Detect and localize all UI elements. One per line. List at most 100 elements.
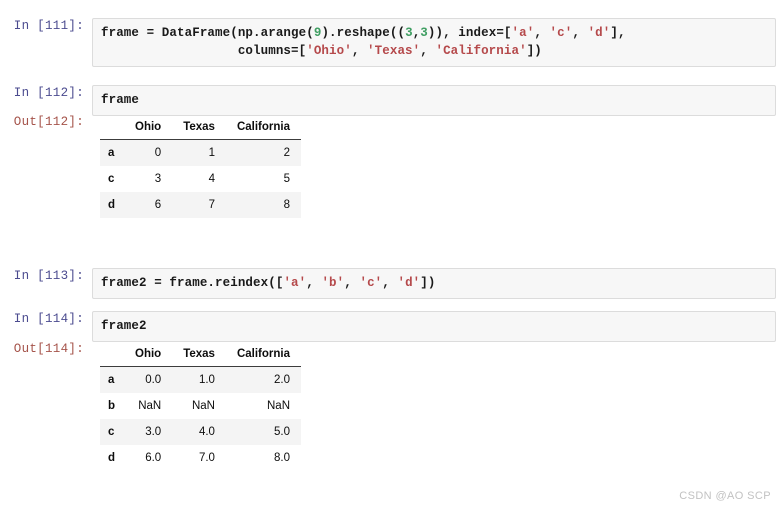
code-input-in-113[interactable]: frame2 = frame.reindex(['a', 'b', 'c', '… xyxy=(92,268,776,299)
code-token-str: 'Texas' xyxy=(367,44,421,58)
code-token-str: 'c' xyxy=(549,26,573,40)
table-cell: 8.0 xyxy=(274,452,291,464)
output-cell-out-114: Out[114]: Ohio Texas California a 0.0 1.0 2.0 b… xyxy=(6,341,776,471)
code-input-in-114[interactable]: frame2 xyxy=(92,311,776,342)
table-cell: NaN xyxy=(191,400,215,412)
code-token-plain: frame xyxy=(101,93,140,107)
table-cell: 2 xyxy=(283,147,291,159)
code-token-plain: frame = DataFrame(np.arange( xyxy=(101,26,314,40)
code-token-str: 'd' xyxy=(397,276,421,290)
code-token-plain: ]) xyxy=(526,44,542,58)
table-cell: 8 xyxy=(283,199,291,211)
table-cell: 0.0 xyxy=(145,374,162,386)
table-cell: 5 xyxy=(283,173,291,185)
code-text-in-113: frame2 = frame.reindex(['a', 'b', 'c', '… xyxy=(101,274,767,292)
prompt-label-out-112: Out[112]: xyxy=(13,115,84,129)
table-column-header: Texas xyxy=(172,345,226,367)
code-token-str: 'California' xyxy=(435,44,527,58)
prompt-label-in-113: In [113]: xyxy=(13,269,84,283)
code-text-in-114: frame2 xyxy=(101,317,767,335)
table-header-row: Ohio Texas California xyxy=(100,118,302,140)
table-row: a 0.0 1.0 2.0 xyxy=(100,366,302,393)
output-area-out-114: Ohio Texas California a 0.0 1.0 2.0 b NaN NaN NaN c… xyxy=(92,341,776,471)
table-cell: 1 xyxy=(208,147,215,159)
code-token-num: 3 xyxy=(405,26,413,40)
code-cell-in-114[interactable]: In [114]: frame2 xyxy=(6,311,776,342)
table-column-header: Ohio xyxy=(124,345,173,367)
jupyter-notebook-body: In [111]: frame = DataFrame(np.arange(9)… xyxy=(0,0,781,509)
code-text-in-111: frame = DataFrame(np.arange(9).reshape((… xyxy=(101,24,767,60)
table-row-index: c xyxy=(108,173,115,185)
table-cell: 2.0 xyxy=(274,374,291,386)
table-header-row: Ohio Texas California xyxy=(100,345,302,367)
code-token-plain: , xyxy=(351,44,368,58)
table-cell: 3 xyxy=(154,173,162,185)
code-token-plain: frame2 = frame.reindex([ xyxy=(101,276,284,290)
code-token-str: 'd' xyxy=(587,26,611,40)
table-cell: 4 xyxy=(208,173,215,185)
table-cell: 6.0 xyxy=(145,452,162,464)
table-cell: 6 xyxy=(154,199,162,211)
table-row-index: d xyxy=(108,452,116,464)
prompt-label-in-111: In [111]: xyxy=(13,19,84,33)
table-row-index: d xyxy=(108,199,116,211)
table-cell: NaN xyxy=(267,400,291,412)
table-cell: 3.0 xyxy=(145,426,162,438)
dataframe-wrapper-112: Ohio Texas California a 0 1 2 c 3 4 5 d 6 7 8 xyxy=(92,114,776,218)
code-token-plain: ).reshape(( xyxy=(321,26,406,40)
code-token-plain: , xyxy=(344,276,360,290)
code-token-plain: , xyxy=(534,26,550,40)
table-row: d 6 7 8 xyxy=(100,192,302,218)
table-row-index: a xyxy=(108,374,115,386)
table-row: a 0 1 2 xyxy=(100,139,302,166)
code-token-str: 'a' xyxy=(283,276,307,290)
code-token-plain: , xyxy=(420,44,436,58)
code-input-in-111[interactable]: frame = DataFrame(np.arange(9).reshape((… xyxy=(92,18,776,67)
code-token-plain: , xyxy=(572,26,588,40)
table-cell: 5.0 xyxy=(274,426,291,438)
code-token-str: 'Ohio' xyxy=(306,44,352,58)
dataframe-table-114: Ohio Texas California a 0.0 1.0 2.0 b NaN NaN NaN c… xyxy=(100,345,302,471)
table-row-index: a xyxy=(108,147,115,159)
prompt-label-in-114: In [114]: xyxy=(13,312,84,326)
code-token-plain: columns=[ xyxy=(101,44,307,58)
table-corner-cell xyxy=(100,118,124,140)
table-row: c 3.0 4.0 5.0 xyxy=(100,419,302,445)
code-cell-in-111[interactable]: In [111]: frame = DataFrame(np.arange(9)… xyxy=(6,18,776,67)
code-text-in-112: frame xyxy=(101,91,767,109)
dataframe-table-112: Ohio Texas California a 0 1 2 c 3 4 5 d 6 7 8 xyxy=(100,118,302,218)
table-corner-cell xyxy=(100,345,124,367)
code-token-num: 3 xyxy=(420,26,428,40)
code-token-plain: , xyxy=(306,276,322,290)
table-row-index: b xyxy=(108,400,116,412)
table-column-header: California xyxy=(225,118,302,140)
table-row: b NaN NaN NaN xyxy=(100,393,302,419)
table-row: d 6.0 7.0 8.0 xyxy=(100,445,302,471)
table-cell: 0 xyxy=(154,147,162,159)
table-column-header: Ohio xyxy=(124,118,173,140)
code-token-str: 'b' xyxy=(321,276,345,290)
table-cell: 7.0 xyxy=(198,452,215,464)
code-token-str: 'c' xyxy=(359,276,383,290)
code-token-plain: ], xyxy=(610,26,626,40)
code-cell-in-113[interactable]: In [113]: frame2 = frame.reindex(['a', '… xyxy=(6,268,776,299)
code-token-plain: ]) xyxy=(420,276,436,290)
table-row: c 3 4 5 xyxy=(100,166,302,192)
table-cell: 7 xyxy=(208,199,215,211)
code-token-str: 'a' xyxy=(511,26,535,40)
watermark-text: CSDN @AO SCP xyxy=(679,490,771,502)
output-cell-out-112: Out[112]: Ohio Texas California a 0 1 2 c 3 4 5 d 6 7… xyxy=(6,114,776,218)
dataframe-wrapper-114: Ohio Texas California a 0.0 1.0 2.0 b NaN NaN NaN c… xyxy=(92,341,776,471)
prompt-label-out-114: Out[114]: xyxy=(13,342,84,356)
table-cell: NaN xyxy=(138,400,162,412)
output-area-out-112: Ohio Texas California a 0 1 2 c 3 4 5 d 6 7 8 xyxy=(92,114,776,218)
table-cell: 1.0 xyxy=(198,374,215,386)
code-token-plain: , xyxy=(382,276,398,290)
table-row-index: c xyxy=(108,426,115,438)
code-input-in-112[interactable]: frame xyxy=(92,85,776,116)
table-column-header: California xyxy=(225,345,302,367)
code-token-plain: frame2 xyxy=(101,319,147,333)
table-cell: 4.0 xyxy=(198,426,215,438)
prompt-label-in-112: In [112]: xyxy=(13,86,84,100)
code-cell-in-112[interactable]: In [112]: frame xyxy=(6,85,776,116)
